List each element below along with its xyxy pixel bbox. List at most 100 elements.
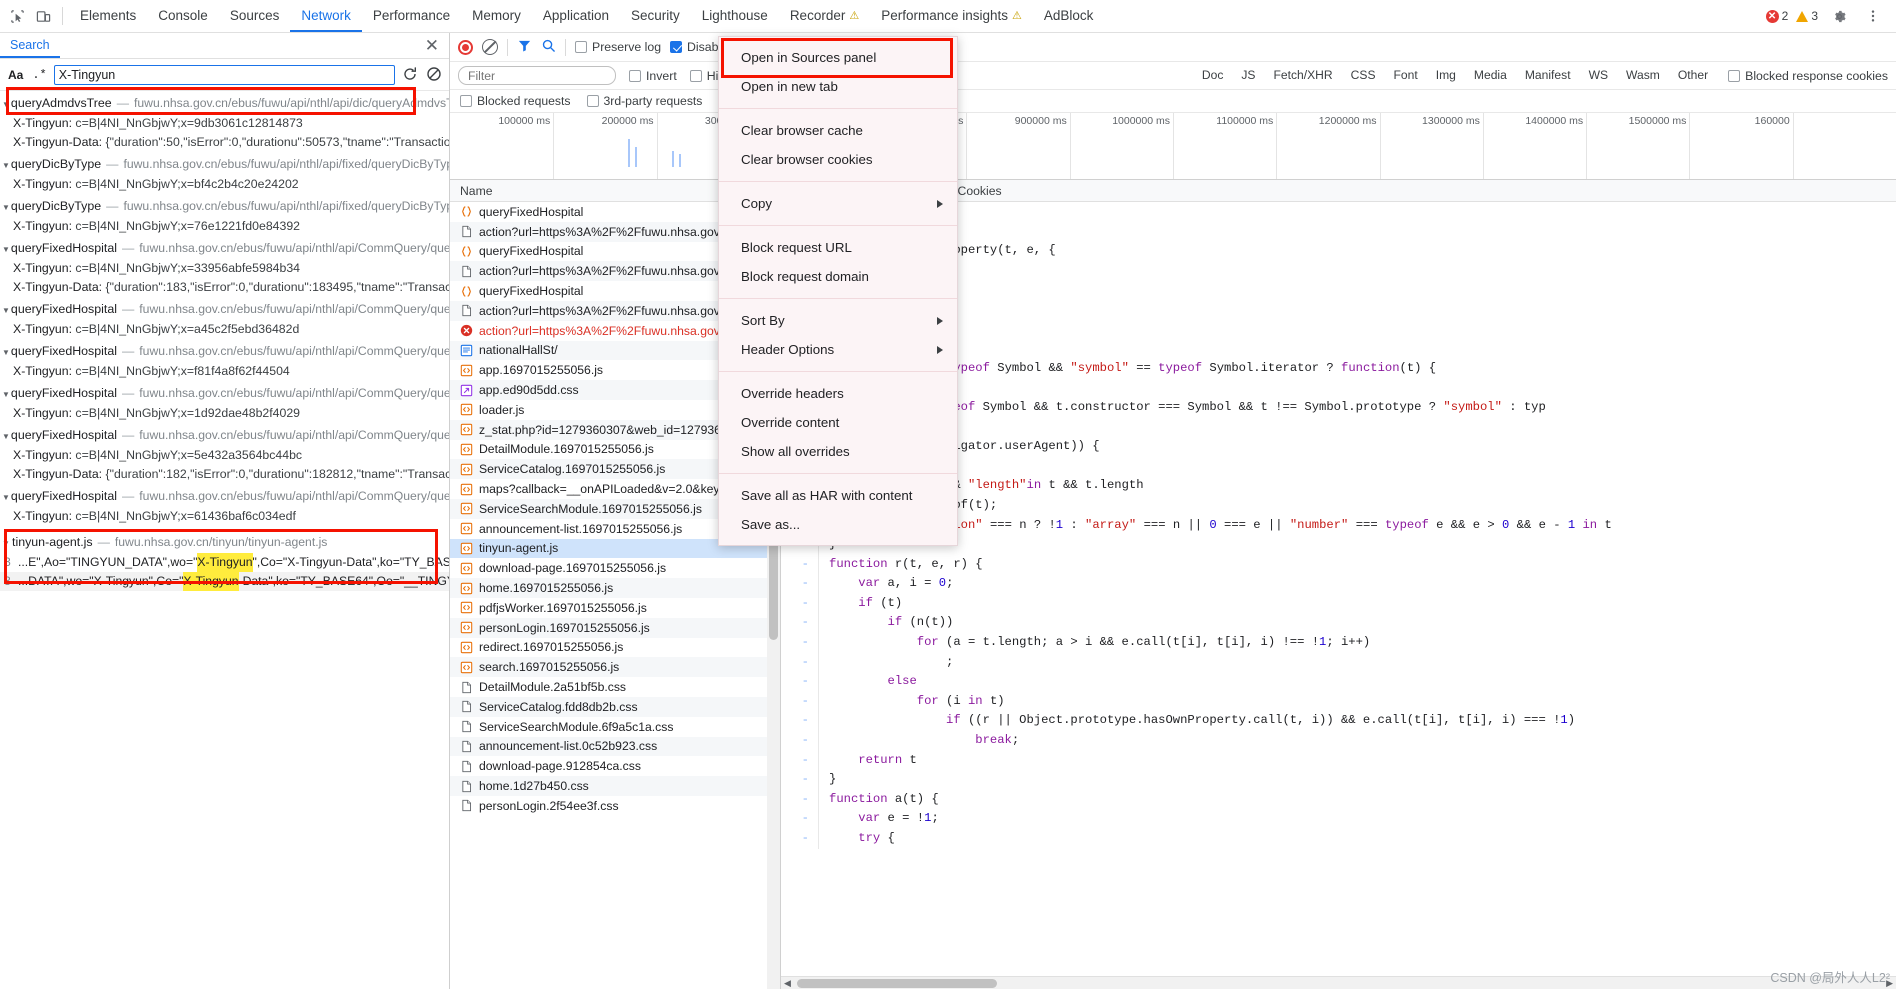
menu-item-save-all-as-har-with-content[interactable]: Save all as HAR with content bbox=[719, 481, 957, 510]
network-overview-timeline[interactable]: 100000 ms200000 ms300000 ms400000800000 … bbox=[450, 113, 1896, 180]
tab-elements[interactable]: Elements bbox=[69, 0, 147, 32]
search-result-header[interactable]: ▼ queryFixedHospital — fuwu.nhsa.gov.cn/ebu… bbox=[0, 342, 449, 362]
chevron-down-icon[interactable]: ▼ bbox=[2, 240, 10, 259]
tab-lighthouse[interactable]: Lighthouse bbox=[691, 0, 779, 32]
filter-type-wasm[interactable]: Wasm bbox=[1619, 66, 1667, 85]
menu-item-save-as[interactable]: Save as... bbox=[719, 510, 957, 539]
chevron-down-icon[interactable]: ▼ bbox=[2, 156, 10, 175]
filter-input[interactable] bbox=[458, 66, 616, 85]
blocked-requests-checkbox[interactable]: Blocked requests bbox=[460, 94, 571, 108]
filter-type-css[interactable]: CSS bbox=[1344, 66, 1383, 85]
close-icon[interactable]: ✕ bbox=[425, 37, 439, 54]
error-count-badge[interactable]: ✕ 2 bbox=[1765, 9, 1788, 23]
search-result-match-line[interactable]: X-Tingyun-Data: {"duration":50,"isError"… bbox=[0, 133, 449, 152]
regex-button[interactable]: .* bbox=[32, 68, 46, 82]
menu-item-copy[interactable]: Copy bbox=[719, 189, 957, 218]
request-row[interactable]: DetailModule.2a51bf5b.css bbox=[450, 677, 780, 697]
chevron-down-icon[interactable]: ▼ bbox=[2, 427, 10, 446]
request-row[interactable]: search.1697015255056.js bbox=[450, 657, 780, 678]
tab-sources[interactable]: Sources bbox=[219, 0, 291, 32]
request-row[interactable]: announcement-list.0c52b923.css bbox=[450, 736, 780, 757]
context-menu[interactable]: Open in Sources panel Open in new tab Clea… bbox=[718, 36, 958, 546]
search-result-match-line[interactable]: X-Tingyun-Data: {"duration":182,"isError… bbox=[0, 465, 449, 484]
search-result-match-line[interactable]: X-Tingyun: c=B|4NI_NnGbjwY;x=5e432a3564b… bbox=[0, 446, 449, 465]
menu-item-open-in-sources-panel[interactable]: Open in Sources panel bbox=[719, 43, 957, 72]
filter-type-other[interactable]: Other bbox=[1671, 66, 1715, 85]
menu-item-open-in-new-tab[interactable]: Open in new tab bbox=[719, 72, 957, 101]
search-result-match-line[interactable]: X-Tingyun: c=B|4NI_NnGbjwY;x=bf4c2b4c20e… bbox=[0, 175, 449, 194]
filter-type-ws[interactable]: WS bbox=[1582, 66, 1615, 85]
search-result-match-line[interactable]: X-Tingyun: c=B|4NI_NnGbjwY;x=76e1221fd0e… bbox=[0, 217, 449, 236]
search-result-group[interactable]: ▼ queryFixedHospital — fuwu.nhsa.gov.cn/ebu… bbox=[0, 342, 449, 381]
search-result-group[interactable]: ▼ queryFixedHospital — fuwu.nhsa.gov.cn/ebu… bbox=[0, 384, 449, 423]
search-input[interactable] bbox=[53, 64, 395, 85]
search-result-group[interactable]: ▼ queryAdmdvsTree — fuwu.nhsa.gov.cn/ebus/f… bbox=[0, 94, 449, 152]
search-result-code-line[interactable]: 3 ...E",Ao="TINGYUN_DATA",wo=" X-Tingyun ",… bbox=[0, 553, 449, 572]
menu-item-show-all-overrides[interactable]: Show all overrides bbox=[719, 437, 957, 466]
request-row[interactable]: ServiceSearchModule.6f9a5c1a.css bbox=[450, 717, 780, 737]
tab-memory[interactable]: Memory bbox=[461, 0, 532, 32]
search-result-header[interactable]: ▼ tinyun-agent.js — fuwu.nhsa.gov.cn/tinyun… bbox=[0, 533, 449, 553]
request-row[interactable]: pdfjsWorker.1697015255056.js bbox=[450, 598, 780, 618]
tab-search[interactable]: Search bbox=[0, 33, 60, 58]
search-result-match-line[interactable]: X-Tingyun-Data: {"duration":183,"isError… bbox=[0, 278, 449, 297]
tab-network[interactable]: Network bbox=[290, 0, 362, 32]
inspect-element-icon[interactable] bbox=[4, 3, 30, 29]
record-icon[interactable] bbox=[458, 39, 473, 55]
chevron-down-icon[interactable]: ▼ bbox=[2, 488, 10, 507]
search-icon[interactable] bbox=[541, 38, 556, 56]
clear-network-icon[interactable] bbox=[482, 39, 498, 55]
search-result-header[interactable]: ▼ queryFixedHospital — fuwu.nhsa.gov.cn/ebu… bbox=[0, 384, 449, 404]
search-result-match-line[interactable]: X-Tingyun: c=B|4NI_NnGbjwY;x=a45c2f5ebd3… bbox=[0, 320, 449, 339]
menu-item-header-options[interactable]: Header Options bbox=[719, 335, 957, 364]
request-row[interactable]: redirect.1697015255056.js bbox=[450, 638, 780, 658]
menu-item-sort-by[interactable]: Sort By bbox=[719, 306, 957, 335]
filter-type-font[interactable]: Font bbox=[1387, 66, 1425, 85]
menu-item-clear-browser-cookies[interactable]: Clear browser cookies bbox=[719, 145, 957, 174]
tab-adblock[interactable]: AdBlock bbox=[1033, 0, 1105, 32]
menu-item-block-request-url[interactable]: Block request URL bbox=[719, 233, 957, 262]
search-results-list[interactable]: ▼ queryAdmdvsTree — fuwu.nhsa.gov.cn/ebus/f… bbox=[0, 91, 449, 989]
menu-item-clear-browser-cache[interactable]: Clear browser cache bbox=[719, 116, 957, 145]
more-options-icon[interactable] bbox=[1860, 3, 1886, 29]
filter-type-fetch-xhr[interactable]: Fetch/XHR bbox=[1267, 66, 1340, 85]
filter-type-manifest[interactable]: Manifest bbox=[1518, 66, 1578, 85]
search-result-match-line[interactable]: X-Tingyun: c=B|4NI_NnGbjwY;x=1d92dae48b2… bbox=[0, 404, 449, 423]
tab-application[interactable]: Application bbox=[532, 0, 620, 32]
tab-recorder[interactable]: Recorder ⚠ bbox=[779, 0, 870, 32]
search-result-header[interactable]: ▼ queryDicByType — fuwu.nhsa.gov.cn/ebus/fu… bbox=[0, 155, 449, 175]
request-row[interactable]: personLogin.2f54ee3f.css bbox=[450, 796, 780, 816]
filter-type-img[interactable]: Img bbox=[1429, 66, 1463, 85]
search-result-group[interactable]: ▼ queryFixedHospital — fuwu.nhsa.gov.cn/ebu… bbox=[0, 239, 449, 297]
menu-item-override-content[interactable]: Override content bbox=[719, 408, 957, 437]
chevron-down-icon[interactable]: ▼ bbox=[2, 343, 10, 362]
request-row[interactable]: home.1697015255056.js bbox=[450, 578, 780, 598]
chevron-down-icon[interactable]: ▼ bbox=[2, 301, 10, 320]
tab-performance[interactable]: Performance bbox=[362, 0, 461, 32]
search-result-match-line[interactable]: X-Tingyun: c=B|4NI_NnGbjwY;x=9db3061c128… bbox=[0, 114, 449, 133]
search-result-group[interactable]: ▼ queryDicByType — fuwu.nhsa.gov.cn/ebus/fu… bbox=[0, 155, 449, 194]
scroll-left-icon[interactable]: ◀ bbox=[784, 978, 791, 989]
search-result-group[interactable]: ▼ queryFixedHospital — fuwu.nhsa.gov.cn/ebu… bbox=[0, 426, 449, 484]
request-row[interactable]: download-page.912854ca.css bbox=[450, 756, 780, 776]
preserve-log-checkbox[interactable]: Preserve log bbox=[575, 40, 661, 54]
invert-checkbox[interactable]: Invert bbox=[629, 69, 677, 83]
search-result-match-line[interactable]: X-Tingyun: c=B|4NI_NnGbjwY;x=f81f4a8f62f… bbox=[0, 362, 449, 381]
chevron-down-icon[interactable]: ▼ bbox=[2, 534, 11, 553]
tab-console[interactable]: Console bbox=[147, 0, 219, 32]
filter-type-media[interactable]: Media bbox=[1467, 66, 1514, 85]
device-toolbar-icon[interactable] bbox=[30, 3, 56, 29]
search-result-header[interactable]: ▼ queryFixedHospital — fuwu.nhsa.gov.cn/ebu… bbox=[0, 300, 449, 320]
warning-count-badge[interactable]: 3 bbox=[1796, 9, 1818, 23]
horizontal-scrollbar[interactable]: ◀ ▶ bbox=[781, 976, 1896, 989]
tab-performance-insights[interactable]: Performance insights ⚠ bbox=[870, 0, 1033, 32]
request-row[interactable]: download-page.1697015255056.js bbox=[450, 558, 780, 578]
search-result-match-line[interactable]: X-Tingyun: c=B|4NI_NnGbjwY;x=61436baf6c0… bbox=[0, 507, 449, 526]
filter-type-js[interactable]: JS bbox=[1234, 66, 1262, 85]
search-result-header[interactable]: ▼ queryDicByType — fuwu.nhsa.gov.cn/ebus/fu… bbox=[0, 197, 449, 217]
filter-funnel-icon[interactable] bbox=[517, 38, 532, 56]
request-row[interactable]: home.1d27b450.css bbox=[450, 776, 780, 796]
search-result-code-line[interactable]: 3 ...DATA",wo="X-Tingyun",Co=" X-Tingyun -D… bbox=[0, 572, 449, 591]
request-row[interactable]: ServiceCatalog.fdd8db2b.css bbox=[450, 696, 780, 717]
filter-type-doc[interactable]: Doc bbox=[1195, 66, 1231, 85]
